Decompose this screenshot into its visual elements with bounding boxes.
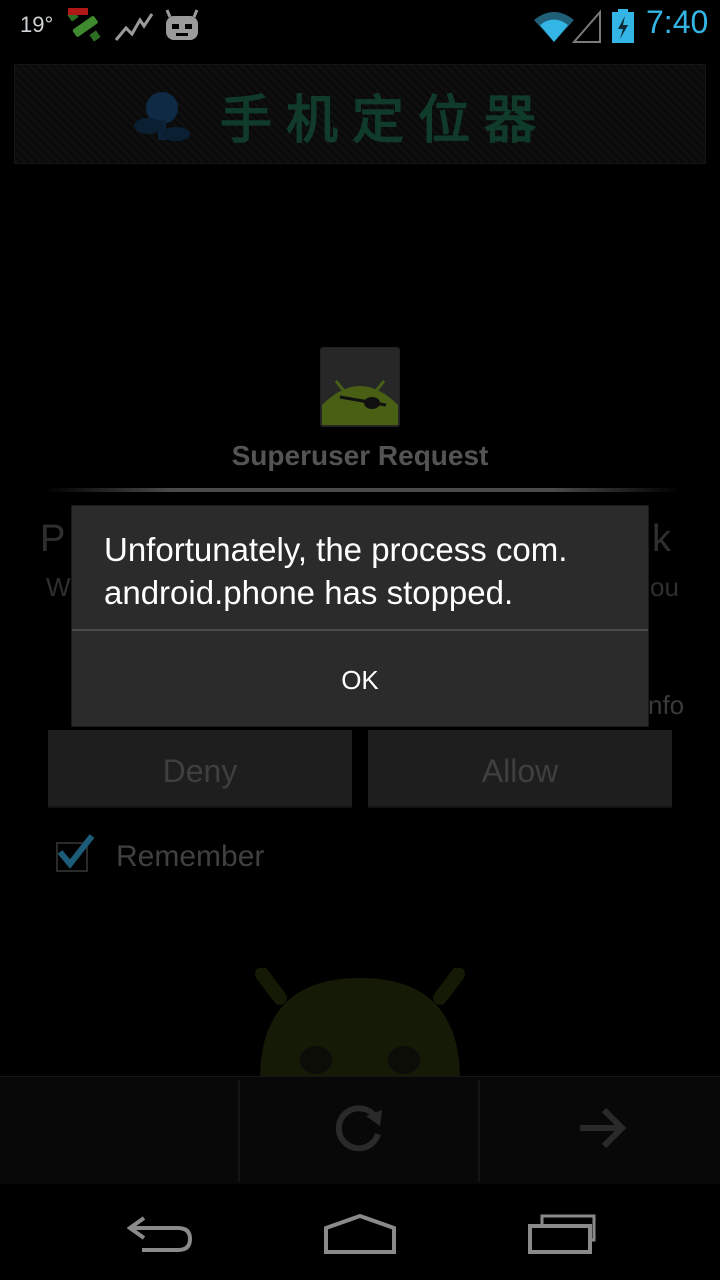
map-pin-icon: [134, 92, 190, 141]
cyanogenmod-icon: [165, 9, 199, 40]
wifi-icon: [534, 12, 574, 42]
gps-satellite-icon: [67, 8, 101, 42]
battery-charging-icon: [612, 9, 634, 43]
dialog-divider: [44, 488, 680, 492]
more-info-link[interactable]: nfo: [648, 690, 684, 721]
action-bar-divider: [238, 1080, 240, 1182]
action-bar-divider: [478, 1080, 480, 1182]
remember-label: Remember: [116, 840, 265, 873]
obscured-text-left: P: [40, 518, 66, 560]
back-icon[interactable]: [124, 1212, 196, 1256]
error-message-line2: android.phone has stopped.: [104, 574, 514, 611]
deny-button[interactable]: Deny: [48, 730, 352, 808]
obscured-subtext-right: ou: [650, 572, 679, 602]
superuser-title: Superuser Request: [231, 440, 489, 471]
signal-icon: [572, 9, 601, 43]
home-icon[interactable]: [322, 1212, 398, 1256]
ok-button[interactable]: OK: [72, 632, 648, 726]
error-message-line1: Unfortunately, the process com.: [104, 531, 568, 568]
android-mascot-icon: [255, 968, 465, 1080]
allow-button[interactable]: Allow: [368, 730, 672, 808]
forward-arrow-icon[interactable]: [574, 1100, 630, 1156]
refresh-icon[interactable]: [332, 1100, 388, 1156]
recent-apps-icon[interactable]: [524, 1212, 600, 1256]
obscured-text-right: k: [652, 518, 671, 560]
temperature-text: 19°: [20, 12, 54, 37]
activity-graph-icon: [114, 13, 154, 41]
checkmark-icon: [57, 834, 95, 869]
clock: 7:40: [646, 4, 709, 40]
banner-title: 手机定位器: [220, 90, 551, 151]
dialog-separator: [72, 629, 648, 631]
error-message: Unfortunately, the process com. android.…: [104, 528, 624, 614]
superuser-icon: [320, 347, 400, 427]
obscured-subtext-left: W: [46, 572, 71, 602]
